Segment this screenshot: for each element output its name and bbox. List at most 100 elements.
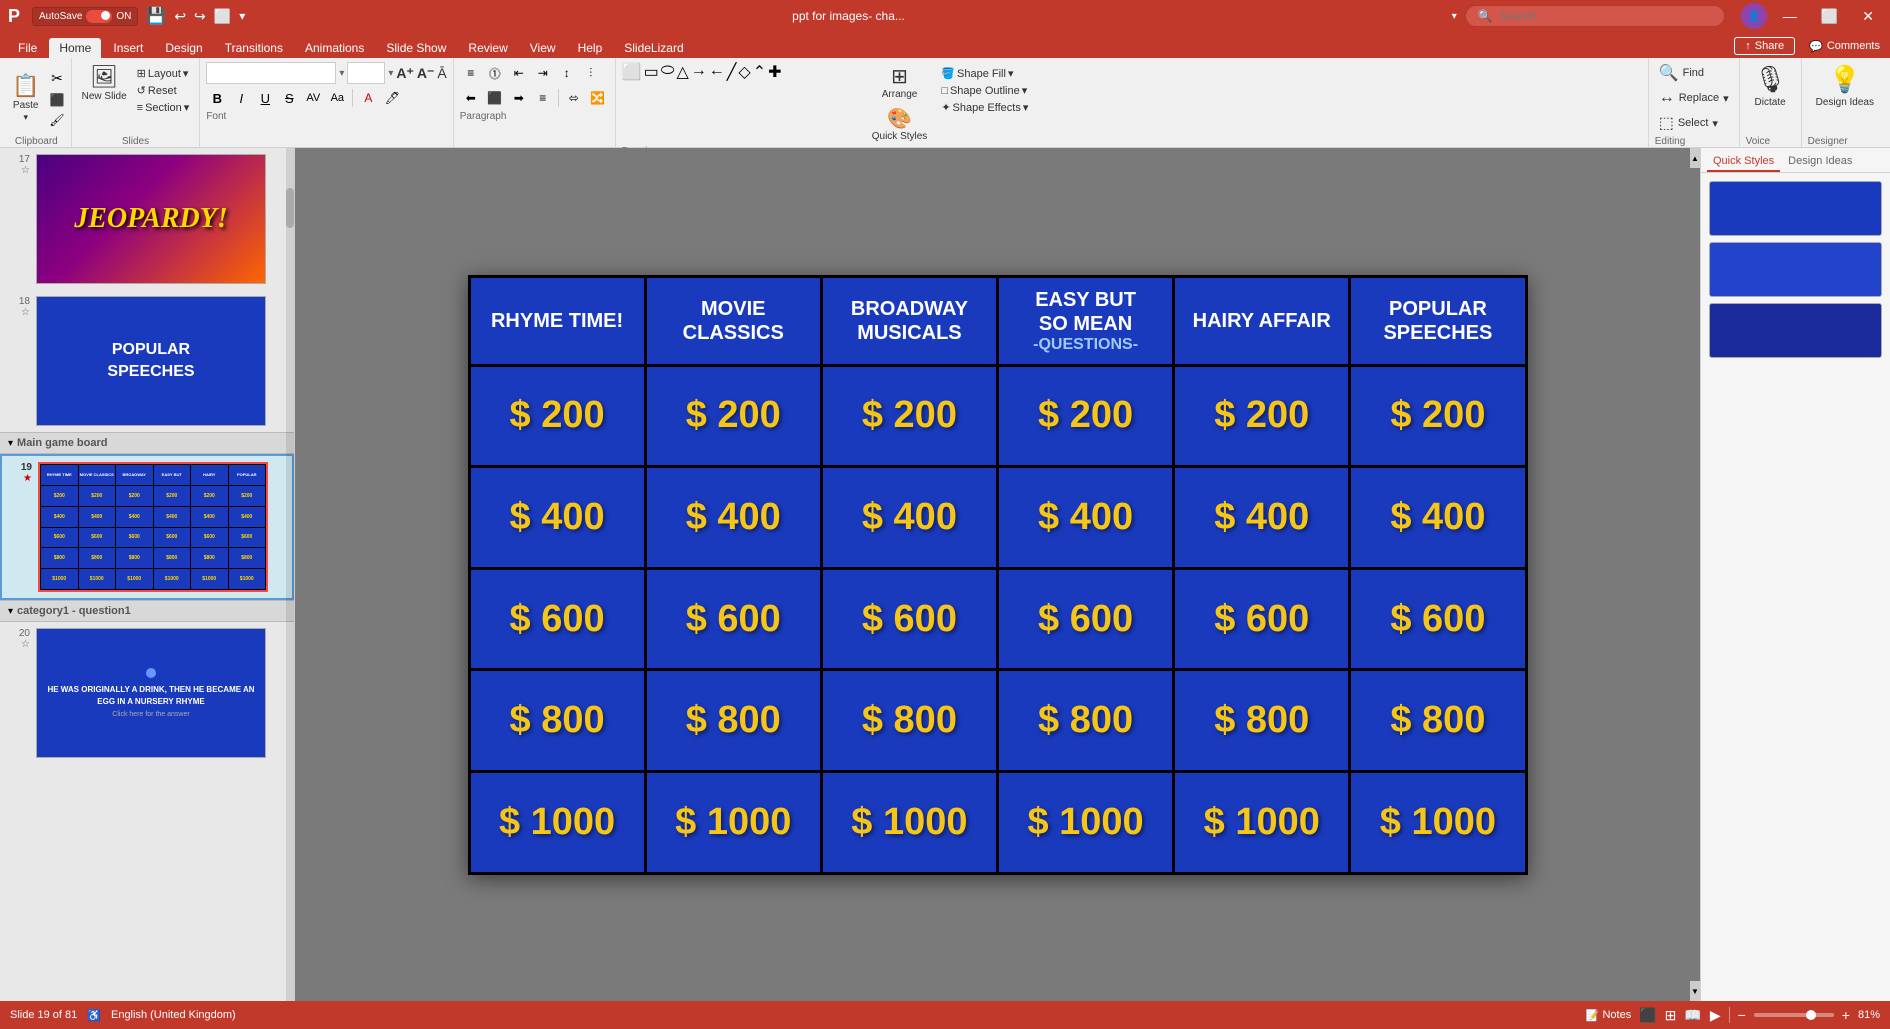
shape-diamond[interactable]: ◇ [738,62,750,82]
select-button[interactable]: ⬚ Select ▾ [1655,112,1733,134]
customize-qat-button[interactable]: ▾ [239,9,245,23]
shape-outline-button[interactable]: □ Shape Outline ▾ [937,83,1032,98]
cell-2-4[interactable]: $ 1000 [823,773,996,872]
comments-button[interactable]: 💬 Comments [1799,38,1890,55]
notes-button[interactable]: 📝 Notes [1586,1009,1631,1022]
reset-button[interactable]: ↺ Reset [133,83,194,98]
slide-panel[interactable]: 17 ☆ JEOPARDY! 18 ☆ POPULARSPEECHES ▾ Ma… [0,148,295,1001]
slide-thumb-17[interactable]: JEOPARDY! [36,154,266,284]
tab-quick-styles[interactable]: Quick Styles [1707,152,1780,172]
tab-slidelizard[interactable]: SlideLizard [614,38,693,58]
find-button[interactable]: 🔍 Find [1655,62,1733,84]
cell-0-3[interactable]: $ 800 [471,671,644,770]
char-spacing-button[interactable]: AV [302,87,324,109]
font-size-input[interactable]: 32 [347,62,385,84]
font-size-dropdown[interactable]: ▾ [388,68,393,79]
cell-3-4[interactable]: $ 1000 [999,773,1172,872]
category-header-1[interactable]: MOVIE CLASSICS [647,278,820,364]
cell-2-3[interactable]: $ 800 [823,671,996,770]
cell-1-2[interactable]: $ 600 [647,570,820,669]
shape-triangle[interactable]: △ [676,62,688,82]
tab-animations[interactable]: Animations [295,38,374,58]
shape-fill-button[interactable]: 🪣 Shape Fill ▾ [937,66,1032,81]
bold-button[interactable]: B [206,87,228,109]
cell-5-4[interactable]: $ 1000 [1351,773,1524,872]
increase-font-button[interactable]: A⁺ [396,65,414,82]
shape-plus[interactable]: ✚ [768,62,781,82]
search-input[interactable] [1499,9,1699,23]
slide-item-19[interactable]: 19 ★ RHYME TIME MOVIE CLASSICS BROADWAY … [0,454,294,600]
text-highlight-button[interactable]: 🖊 [381,87,403,109]
cell-5-1[interactable]: $ 400 [1351,468,1524,567]
design-item-1[interactable] [1709,181,1882,236]
section-button[interactable]: ≡ Section ▾ [133,100,194,115]
restore-button[interactable]: ⬜ [1813,6,1846,27]
cell-3-2[interactable]: $ 600 [999,570,1172,669]
format-painter-button[interactable]: 🖌 [47,111,66,129]
cell-4-0[interactable]: $ 200 [1175,367,1348,466]
slide-item-17[interactable]: 17 ☆ JEOPARDY! [0,148,294,290]
category-header-5[interactable]: POPULAR SPEECHES [1351,278,1524,364]
zoom-out-button[interactable]: − [1738,1007,1746,1023]
shape-line[interactable]: ╱ [727,62,737,82]
shape-arrow-left[interactable]: ← [709,62,725,80]
cell-5-2[interactable]: $ 600 [1351,570,1524,669]
slide-show-button[interactable]: ▶ [1710,1007,1721,1024]
slide-canvas[interactable]: RHYME TIME! MOVIE CLASSICS BROADWAY MUSI… [468,275,1528,875]
justify-button[interactable]: ≡ [532,87,554,109]
align-right-button[interactable]: ➡ [508,87,530,109]
numbering-button[interactable]: ⓵ [484,62,506,84]
align-left-button[interactable]: ⬅ [460,87,482,109]
text-direction-button[interactable]: ⬄ [563,87,585,109]
font-name-dropdown[interactable]: ▾ [339,68,344,79]
accessibility-icon[interactable]: ♿ [87,1009,101,1022]
cell-1-3[interactable]: $ 800 [647,671,820,770]
columns-button[interactable]: ⫶ [580,62,602,84]
slide-item-20[interactable]: 20 ☆ HE WAS ORIGINALLY A DRINK, THEN HE … [0,622,294,764]
italic-button[interactable]: I [230,87,252,109]
design-ideas-button[interactable]: 💡 Design Ideas [1808,62,1882,134]
tab-help[interactable]: Help [568,38,613,58]
tab-transitions[interactable]: Transitions [215,38,293,58]
cell-3-3[interactable]: $ 800 [999,671,1172,770]
align-center-button[interactable]: ⬛ [484,87,506,109]
category-header-3[interactable]: EASY BUTSO MEAN -QUESTIONS- [999,278,1172,364]
redo-button[interactable]: ↪ [194,8,206,25]
zoom-slider[interactable] [1754,1013,1834,1017]
tab-file[interactable]: File [8,38,47,58]
cell-3-1[interactable]: $ 400 [999,468,1172,567]
tab-view[interactable]: View [520,38,566,58]
decrease-font-button[interactable]: A⁻ [417,65,435,82]
minimize-button[interactable]: — [1775,6,1805,26]
tab-review[interactable]: Review [458,38,517,58]
convert-smartart-button[interactable]: 🔀 [587,87,609,109]
cell-2-1[interactable]: $ 400 [823,468,996,567]
cell-2-2[interactable]: $ 600 [823,570,996,669]
jeopardy-board[interactable]: RHYME TIME! MOVIE CLASSICS BROADWAY MUSI… [468,275,1528,875]
clear-format-button[interactable]: Ā [437,65,446,81]
search-bar[interactable]: 🔍 [1465,5,1725,27]
cell-5-0[interactable]: $ 200 [1351,367,1524,466]
increase-indent-button[interactable]: ⇥ [532,62,554,84]
category-header-4[interactable]: HAIRY AFFAIR [1175,278,1348,364]
canvas-area[interactable]: ▲ ▼ RHYME TIME! MOVIE CLASSICS BROADWAY … [295,148,1700,1001]
cell-0-1[interactable]: $ 400 [471,468,644,567]
category-header-2[interactable]: BROADWAY MUSICALS [823,278,996,364]
autosave-toggle[interactable]: AutoSave ON [32,7,138,26]
avatar[interactable]: 👤 [1741,3,1767,29]
new-slide-button[interactable]: 🖼 New Slide [78,62,131,104]
share-button[interactable]: ↑ Share [1734,37,1795,55]
dropdown-arrow[interactable]: ▾ [1452,11,1457,22]
section-collapse-icon[interactable]: ▾ [8,438,13,449]
tab-design[interactable]: Design [155,38,212,58]
save-button[interactable]: 💾 [146,6,166,26]
decrease-indent-button[interactable]: ⇤ [508,62,530,84]
normal-view-button[interactable]: ⬛ [1639,1007,1656,1024]
undo-button[interactable]: ↩ [174,8,186,25]
slide-thumb-19[interactable]: RHYME TIME MOVIE CLASSICS BROADWAY EASY … [38,462,268,592]
cell-1-0[interactable]: $ 200 [647,367,820,466]
layout-button[interactable]: ⊞ Layout ▾ [133,66,194,81]
slide-thumb-18[interactable]: POPULARSPEECHES [36,296,266,426]
cell-3-0[interactable]: $ 200 [999,367,1172,466]
cell-0-4[interactable]: $ 1000 [471,773,644,872]
